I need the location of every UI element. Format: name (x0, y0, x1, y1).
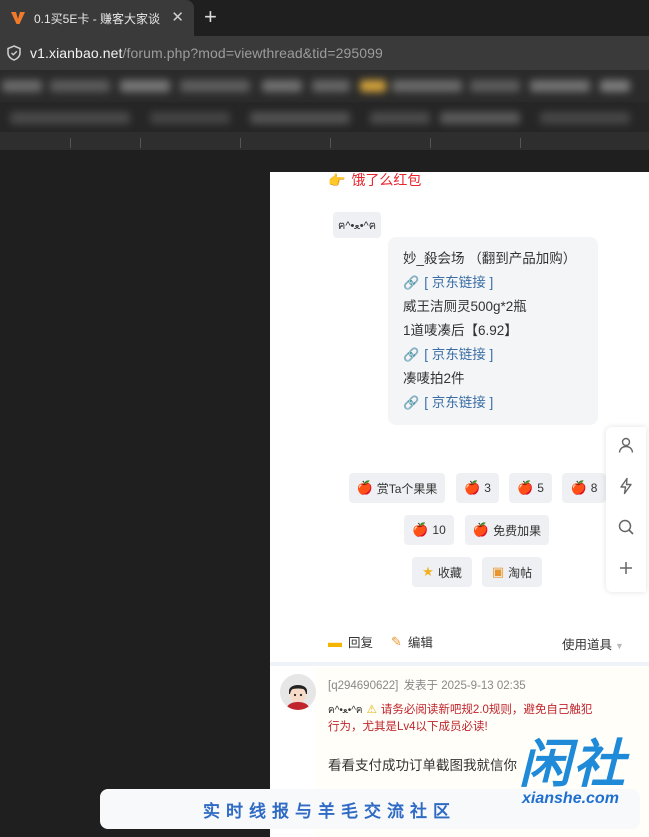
apple-icon: 🍎 (472, 522, 490, 537)
browser-window: 0.1买5E卡 - 赚客大家谈 ✕ + v1.xianbao.net/forum… (0, 0, 649, 837)
close-icon[interactable]: ✕ (171, 9, 184, 27)
apple-icon: 🍎 (464, 480, 481, 495)
reward-8-button[interactable]: 🍎 8 (562, 473, 606, 503)
emoticon-small: ฅ^•ﻌ•^ฅ (328, 705, 363, 716)
apple-icon: 🍎 (412, 522, 429, 537)
reply-text: 看看支付成功订单截图我就信你 (328, 758, 517, 773)
star-icon: ★ (422, 564, 434, 579)
caret-down-icon: ▼ (615, 641, 624, 651)
warning-icon: ⚠ (366, 704, 377, 716)
bubble-line: 威王洁厕灵500g*2瓶 (403, 299, 527, 314)
tab-title: 0.1买5E卡 - 赚客大家谈 (34, 11, 161, 26)
jd-link-1[interactable]: 🔗[ 京东链接 ] (403, 271, 598, 295)
reward-3-button[interactable]: 🍎 3 (456, 473, 499, 503)
plus-icon[interactable] (616, 558, 636, 578)
post-actions: ▬ 回复 ✎ 编辑 (328, 632, 433, 651)
post-divider (270, 662, 649, 666)
url-host: v1.xianbao.net (30, 45, 123, 61)
tab-active[interactable]: 0.1买5E卡 - 赚客大家谈 ✕ (0, 0, 194, 36)
tab-strip: 0.1买5E卡 - 赚客大家谈 ✕ + (0, 0, 649, 36)
address-bar[interactable]: v1.xianbao.net/forum.php?mod=viewthread&… (0, 36, 649, 70)
bubble-line: 1道唛凑后【6.92】 (403, 323, 518, 338)
toolbar-separator-row (0, 132, 649, 150)
author-link[interactable]: [q294690622] (328, 680, 398, 692)
reply-button[interactable]: 回复 (348, 632, 373, 651)
shield-icon[interactable] (6, 45, 22, 61)
jd-link-2[interactable]: 🔗[ 京东链接 ] (403, 343, 598, 367)
free-add-button[interactable]: 🍎 免费加果 (465, 515, 549, 545)
reward-10-button[interactable]: 🍎 10 (404, 515, 454, 545)
deal-bubble: 妙_殺会场 （翻到产品加购） 🔗[ 京东链接 ] 威王洁厕灵500g*2瓶 1道… (388, 237, 598, 425)
brand-domain: xianshe.com (522, 790, 619, 807)
pencil-icon: ✎ (391, 633, 402, 649)
apple-icon: 🍎 (570, 480, 587, 495)
tao-button[interactable]: ▣ 淘帖 (482, 557, 542, 587)
reward-5-button[interactable]: 🍎 5 (509, 473, 552, 503)
hand-point-icon: 👉 (328, 172, 346, 188)
apple-icon: 🍎 (517, 480, 534, 495)
floating-sidebar (606, 427, 646, 592)
eleme-link-text: 饿了么红包 (351, 172, 422, 188)
avatar[interactable] (280, 674, 316, 710)
brand-v-icon (9, 9, 27, 27)
jd-link-3[interactable]: 🔗[ 京东链接 ] (403, 391, 598, 415)
blurred-bookmarks (0, 70, 649, 102)
user-icon[interactable] (616, 435, 636, 455)
edit-button[interactable]: 编辑 (408, 632, 433, 651)
emoticon-badge: ฅ^•ﻌ•^ฅ (333, 212, 382, 238)
bubble-line: 凑唛拍2件 (403, 371, 465, 386)
notice-line-1[interactable]: 请务必阅读新吧规2.0规则，避免自己触犯 (381, 704, 593, 716)
new-tab-button[interactable]: + (204, 6, 217, 28)
chat-bubble-icon: ▬ (328, 633, 342, 650)
brand-logo: 闲社 (519, 736, 628, 794)
bookmarks-bar (0, 70, 649, 102)
notice-line-2[interactable]: 行为，尤其是Lv4以下成员必读! (328, 719, 628, 736)
box-icon: ▣ (491, 564, 505, 579)
url-path: /forum.php?mod=viewthread&tid=295099 (122, 45, 383, 61)
search-icon[interactable] (616, 517, 636, 537)
post-time: 发表于 2025-9-13 02:35 (403, 680, 526, 692)
blurred-toolbar (0, 102, 649, 132)
eleme-link[interactable]: 👉 饿了么红包 (328, 172, 421, 190)
apple-icon: 🍎 (356, 480, 373, 495)
reward-button[interactable]: 🍎 赏Ta个果果 (349, 473, 445, 503)
paperclip-icon: 🔗 (403, 395, 420, 410)
paperclip-icon: 🔗 (403, 347, 420, 362)
banner-text: 实时线报与羊毛交流社区 (203, 801, 456, 821)
url-text[interactable]: v1.xianbao.net/forum.php?mod=viewthread&… (30, 45, 383, 61)
tools-menu[interactable]: 使用道具 ▼ (562, 634, 624, 653)
paperclip-icon: 🔗 (403, 275, 420, 290)
post-meta: [q294690622] 发表于 2025-9-13 02:35 (328, 677, 526, 693)
lightning-icon[interactable] (616, 476, 636, 496)
rules-notice: ฅ^•ﻌ•^ฅ ⚠ 请务必阅读新吧规2.0规则，避免自己触犯 行为，尤其是Lv4以下… (328, 702, 628, 736)
favorite-button[interactable]: ★ 收藏 (412, 557, 472, 587)
bubble-line: 妙_殺会场 （翻到产品加购） (403, 251, 577, 266)
